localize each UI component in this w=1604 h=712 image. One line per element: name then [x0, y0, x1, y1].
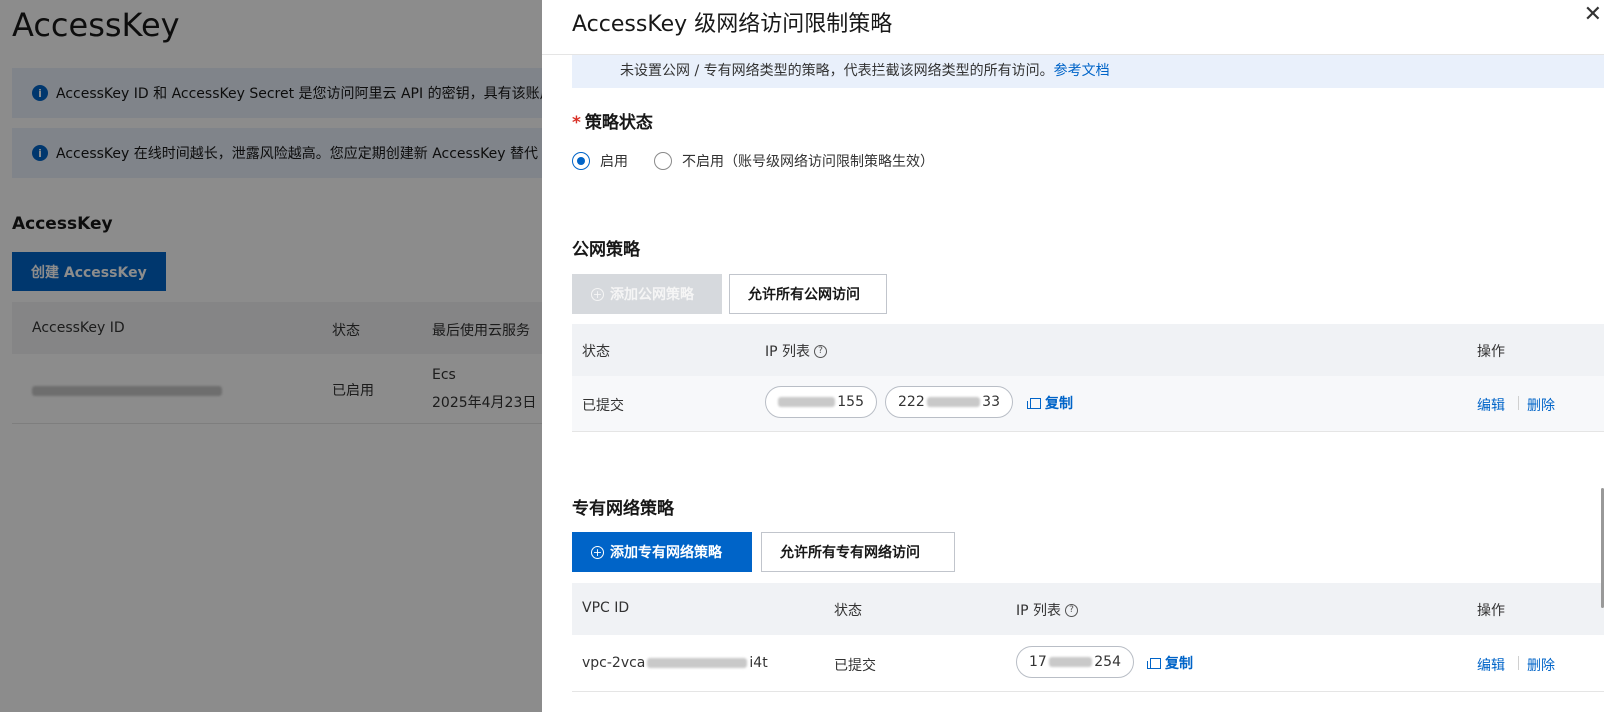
public-policy-title: 公网策略: [572, 240, 640, 260]
notice-text: 未设置公网 / 专有网络类型的策略，代表拦截该网络类型的所有访问。参考文档: [620, 60, 1110, 80]
column-header-actions: 操作: [1477, 603, 1505, 619]
network-policy-drawer: AccessKey 级网络访问限制策略 ✕ 未设置公网 / 专有网络类型的策略，…: [542, 0, 1604, 712]
policy-status: 已提交: [834, 658, 876, 674]
drawer-header: AccessKey 级网络访问限制策略 ✕: [542, 0, 1604, 55]
column-header-vpc-id: VPC ID: [582, 600, 630, 616]
radio-label: 不启用（账号级网络访问限制策略生效）: [682, 154, 934, 170]
copy-icon: [1027, 397, 1041, 409]
column-header-status: 状态: [582, 344, 610, 360]
vpc-id-suffix: i4t: [749, 655, 768, 671]
radio-label: 启用: [600, 154, 628, 170]
table-row: 已提交 155 222 33 复制 编辑 删除: [572, 376, 1604, 432]
column-header-ip-list-text: IP 列表: [1016, 603, 1062, 619]
radio-disable[interactable]: 不启用（账号级网络访问限制策略生效）: [654, 151, 934, 171]
ip-tag: 17 254: [1016, 646, 1134, 678]
plus-icon: +: [591, 545, 604, 559]
vpc-id-prefix: vpc-2vca: [582, 655, 646, 671]
edit-link[interactable]: 编辑: [1477, 655, 1505, 675]
edit-link[interactable]: 编辑: [1477, 395, 1505, 415]
close-icon[interactable]: ✕: [1584, 4, 1602, 26]
policy-status-label-text: 策略状态: [584, 113, 653, 133]
copy-icon: [1147, 657, 1161, 669]
notice-message: 未设置公网 / 专有网络类型的策略，代表拦截该网络类型的所有访问。: [620, 63, 1054, 79]
help-icon[interactable]: ?: [814, 344, 828, 358]
required-mark: *: [572, 113, 581, 133]
radio-unchecked-icon: [654, 152, 672, 170]
radio-checked-icon: [572, 152, 590, 170]
column-header-ip-list: IP 列表?: [1016, 600, 1079, 620]
column-header-actions: 操作: [1477, 344, 1505, 360]
delete-link[interactable]: 删除: [1527, 395, 1555, 415]
action-divider: [1518, 656, 1519, 670]
allow-all-vpc-button[interactable]: 允许所有专有网络访问: [761, 532, 955, 572]
public-policy-table-header: 状态 IP 列表? 操作: [572, 324, 1604, 376]
ip-tag: 155: [765, 386, 877, 418]
reference-doc-link[interactable]: 参考文档: [1054, 63, 1110, 79]
help-icon[interactable]: ?: [1065, 603, 1079, 617]
column-header-ip-list-text: IP 列表: [765, 344, 811, 360]
allow-all-public-button[interactable]: 允许所有公网访问: [729, 274, 887, 314]
add-vpc-policy-button[interactable]: + 添加专有网络策略: [572, 532, 752, 572]
plus-icon: +: [591, 287, 604, 301]
action-divider: [1518, 396, 1519, 410]
vpc-id: vpc-2vca i4t: [582, 655, 768, 671]
policy-status: 已提交: [582, 398, 624, 414]
copy-ips-link[interactable]: 复制: [1147, 653, 1193, 673]
vpc-policy-title: 专有网络策略: [572, 499, 674, 519]
copy-label: 复制: [1165, 656, 1193, 672]
drawer-title: AccessKey 级网络访问限制策略: [572, 12, 893, 37]
radio-enable[interactable]: 启用: [572, 151, 628, 171]
column-header-ip-list: IP 列表?: [765, 341, 828, 361]
copy-label: 复制: [1045, 396, 1073, 412]
button-label: 添加专有网络策略: [610, 545, 722, 561]
column-header-status: 状态: [834, 603, 862, 619]
copy-ips-link[interactable]: 复制: [1027, 393, 1073, 413]
vpc-policy-table-header: VPC ID 状态 IP 列表? 操作: [572, 583, 1604, 635]
add-public-policy-button[interactable]: + 添加公网策略: [572, 274, 722, 314]
button-label: 添加公网策略: [610, 287, 694, 303]
ip-tag: 222 33: [885, 386, 1013, 418]
policy-status-label: * 策略状态: [572, 108, 653, 133]
delete-link[interactable]: 删除: [1527, 655, 1555, 675]
table-row: vpc-2vca i4t 已提交 17 254 复制 编辑 删除: [572, 636, 1604, 692]
